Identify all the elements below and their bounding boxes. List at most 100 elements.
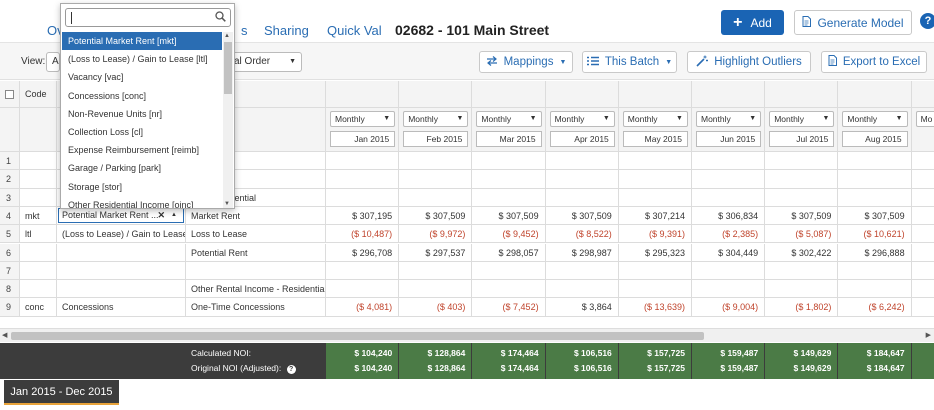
value-cell[interactable]	[692, 152, 766, 171]
code-cell[interactable]	[20, 152, 57, 171]
value-cell[interactable]: $ 307,509	[545, 206, 619, 226]
export-excel-button[interactable]: Export to Excel	[821, 51, 927, 73]
value-cell[interactable]: $ 307,509	[765, 206, 839, 226]
code-cell[interactable]	[20, 188, 57, 207]
value-cell[interactable]	[765, 280, 839, 299]
value-cell[interactable]: ($ 9,972)	[399, 225, 473, 244]
value-cell[interactable]	[911, 298, 934, 317]
value-cell[interactable]	[911, 189, 934, 207]
value-cell[interactable]	[326, 280, 400, 299]
mapping-option[interactable]: Other Residential Income [oinc]	[62, 196, 222, 208]
period-type-select[interactable]: Monthly ▼	[403, 111, 469, 127]
value-cell[interactable]	[618, 152, 692, 171]
value-cell[interactable]: ($ 10,487)	[326, 225, 400, 244]
value-cell[interactable]	[399, 188, 473, 207]
mapping-cell[interactable]	[57, 243, 186, 262]
row-number[interactable]: 3	[0, 188, 20, 207]
mapping-option[interactable]: Vacancy [vac]	[62, 68, 222, 86]
value-cell[interactable]: $ 295,323	[618, 243, 692, 262]
period-date-field[interactable]: Jun 2015	[696, 131, 762, 147]
value-cell[interactable]: ($ 9,452)	[472, 225, 546, 244]
row-number[interactable]: 7	[0, 261, 20, 281]
value-cell[interactable]	[692, 280, 766, 299]
value-cell[interactable]: ($ 10,621)	[838, 225, 912, 244]
period-date-field[interactable]: Aug 2015	[842, 131, 908, 147]
mapping-cell[interactable]: (Loss to Lease) / Gain to Lease	[57, 225, 186, 244]
value-cell[interactable]: $ 307,509	[838, 206, 912, 226]
dropdown-scrollbar[interactable]: ▲ ▼	[223, 32, 233, 208]
value-cell[interactable]	[692, 261, 766, 281]
scroll-down-arrow-icon[interactable]: ▼	[224, 201, 230, 207]
value-cell[interactable]	[765, 261, 839, 281]
value-cell[interactable]	[326, 152, 400, 171]
value-cell[interactable]	[911, 170, 934, 189]
value-cell[interactable]	[545, 280, 619, 299]
view-select[interactable]: A	[46, 52, 60, 72]
help-icon[interactable]: ?	[920, 13, 934, 29]
value-cell[interactable]	[838, 261, 912, 281]
period-range-tab[interactable]: Jan 2015 - Dec 2015	[4, 380, 119, 405]
period-date-field[interactable]: Jul 2015	[769, 131, 835, 147]
tab-quick-val[interactable]: Quick Val	[327, 23, 382, 38]
mapping-option[interactable]: Garage / Parking [park]	[62, 159, 222, 177]
value-cell[interactable]	[545, 261, 619, 281]
mapping-option[interactable]: Non-Revenue Units [nr]	[62, 105, 222, 123]
value-cell[interactable]	[765, 170, 839, 189]
value-cell[interactable]: $ 297,537	[399, 243, 473, 262]
row-number[interactable]: 8	[0, 280, 20, 299]
period-type-select[interactable]: Monthly ▼	[769, 111, 835, 127]
value-cell[interactable]	[472, 261, 546, 281]
value-cell[interactable]: $ 304,449	[692, 243, 766, 262]
mapping-option[interactable]: Concessions [conc]	[62, 87, 222, 105]
value-cell[interactable]: ($ 9,391)	[618, 225, 692, 244]
value-cell[interactable]: ($ 8,522)	[545, 225, 619, 244]
scrollbar-thumb[interactable]	[11, 332, 704, 340]
highlight-outliers-button[interactable]: Highlight Outliers	[687, 51, 811, 73]
value-cell[interactable]: ($ 13,639)	[618, 298, 692, 317]
mapping-option[interactable]: Potential Market Rent [mkt]	[62, 32, 222, 51]
value-cell[interactable]	[911, 152, 934, 171]
value-cell[interactable]	[472, 152, 546, 171]
row-number[interactable]: 5	[0, 225, 20, 244]
value-cell[interactable]	[618, 188, 692, 207]
code-cell[interactable]: mkt	[20, 206, 57, 226]
value-cell[interactable]: $ 296,888	[838, 243, 912, 262]
tab-sharing[interactable]: Sharing	[264, 23, 309, 38]
value-cell[interactable]: $ 307,195	[326, 206, 400, 226]
value-cell[interactable]: $ 296,708	[326, 243, 400, 262]
period-date-field[interactable]: May 2015	[622, 131, 688, 147]
period-type-select[interactable]: Mo	[915, 111, 934, 127]
value-cell[interactable]	[692, 170, 766, 189]
period-type-select[interactable]: Monthly ▼	[330, 111, 396, 127]
value-cell[interactable]: $ 298,057	[472, 243, 546, 262]
value-cell[interactable]	[911, 207, 934, 226]
value-cell[interactable]	[838, 170, 912, 189]
scroll-right-arrow-icon[interactable]: ▶	[926, 331, 931, 339]
value-cell[interactable]: ($ 5,087)	[765, 225, 839, 244]
period-type-select[interactable]: Monthly ▼	[622, 111, 688, 127]
select-all-checkbox[interactable]	[5, 90, 14, 99]
row-number[interactable]: 9	[0, 298, 20, 317]
value-cell[interactable]	[765, 152, 839, 171]
value-cell[interactable]	[399, 280, 473, 299]
code-cell[interactable]: conc	[20, 298, 57, 317]
value-cell[interactable]	[911, 280, 934, 299]
tab-partial[interactable]: s	[241, 23, 248, 38]
value-cell[interactable]	[911, 262, 934, 281]
value-cell[interactable]: ($ 7,452)	[472, 298, 546, 317]
period-type-select[interactable]: Monthly ▼	[549, 111, 615, 127]
value-cell[interactable]	[838, 152, 912, 171]
mapping-option[interactable]: Collection Loss [cl]	[62, 123, 222, 141]
code-cell[interactable]	[20, 243, 57, 262]
value-cell[interactable]: ($ 2,385)	[692, 225, 766, 244]
mapping-option[interactable]: Expense Reimbursement [reimb]	[62, 141, 222, 159]
value-cell[interactable]	[326, 261, 400, 281]
row-number[interactable]: 1	[0, 152, 20, 171]
period-type-select[interactable]: Monthly ▼	[842, 111, 908, 127]
row-number[interactable]: 2	[0, 170, 20, 189]
mapping-cell[interactable]	[57, 261, 186, 281]
code-cell[interactable]	[20, 261, 57, 281]
mapping-cell-editing[interactable]: Potential Market Rent ... ✕ ▲	[57, 206, 186, 226]
mapping-cell[interactable]: Concessions	[57, 298, 186, 317]
period-date-field[interactable]: Mar 2015	[476, 131, 542, 147]
